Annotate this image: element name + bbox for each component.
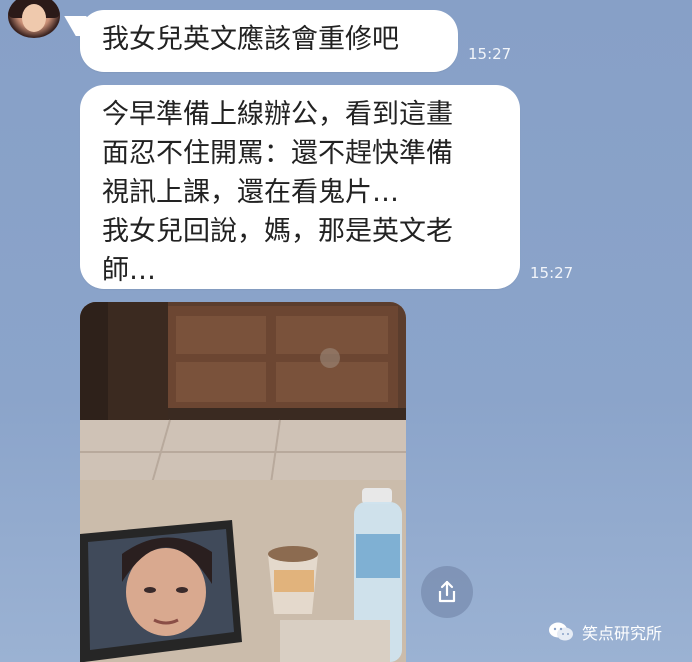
message-line: 師… [102,255,156,286]
message-bubble-2[interactable]: 今早準備上線辦公，看到這畫 面忍不住開罵：還不趕快準備 視訊上課，還在看鬼片… … [80,85,520,289]
message-line: 今早準備上線辦公，看到這畫 [102,99,453,130]
watermark-text: 笑点研究所 [582,624,663,643]
message-bubble-1[interactable]: 我女兒英文應該會重修吧 [80,10,458,72]
message-time-1: 15:27 [468,45,512,63]
share-icon [438,580,456,603]
message-text-1: 我女兒英文應該會重修吧 [102,24,399,55]
message-time-2: 15:27 [530,264,574,282]
wechat-icon [548,621,574,643]
message-line: 視訊上課，還在看鬼片… [102,177,399,208]
chat-screen: 我女兒英文應該會重修吧 15:27 今早準備上線辦公，看到這畫 面忍不住開罵：還… [0,0,692,662]
photo-message[interactable] [80,302,406,662]
sender-avatar[interactable] [8,0,60,38]
message-line: 我女兒回說，媽，那是英文老 [102,216,453,247]
share-button[interactable] [421,566,473,618]
photo-image [80,302,406,662]
message-line: 面忍不住開罵：還不趕快準備 [102,138,453,169]
watermark: 笑点研究所 [548,618,662,646]
avatar-face [22,4,46,32]
